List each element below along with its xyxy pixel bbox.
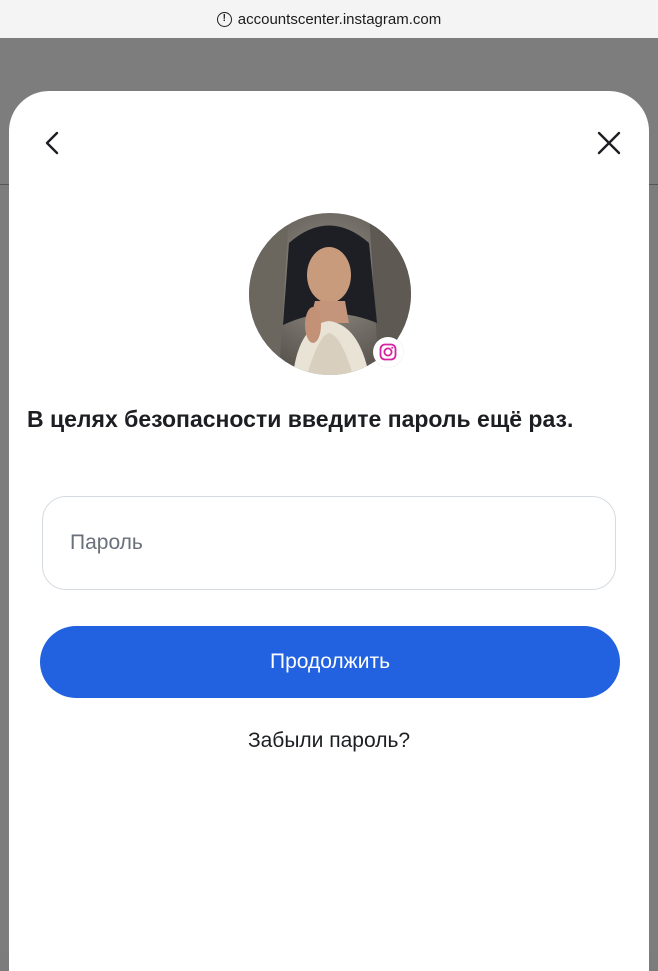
password-dialog: В целях безопасности введите пароль ещё … [9, 91, 649, 971]
url-text: accountscenter.instagram.com [237, 10, 442, 28]
close-icon [597, 131, 621, 155]
instagram-badge [373, 337, 403, 367]
close-button[interactable] [589, 123, 629, 163]
instagram-icon [379, 343, 397, 361]
url-bar[interactable]: ! accountscenter.instagram.com [0, 0, 658, 38]
info-circle-icon: ! [216, 11, 232, 27]
password-field[interactable] [42, 496, 616, 590]
profile-avatar [249, 213, 411, 375]
forgot-password-link[interactable]: Забыли пароль? [9, 729, 649, 753]
password-input[interactable] [68, 530, 615, 556]
dialog-title: В целях безопасности введите пароль ещё … [27, 406, 574, 432]
continue-button[interactable]: Продолжить [40, 626, 620, 698]
back-button[interactable] [33, 123, 73, 163]
chevron-left-icon [45, 131, 59, 155]
